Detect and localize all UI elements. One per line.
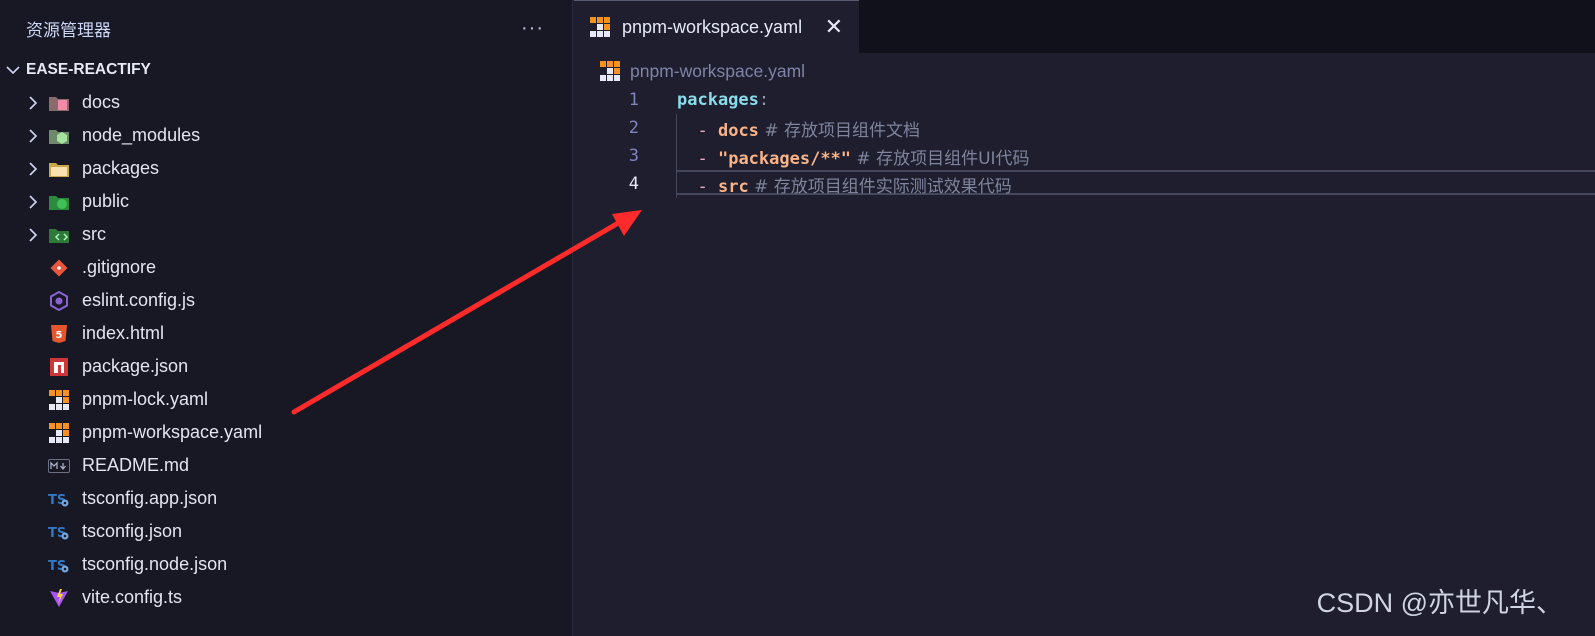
tsconfig-icon: TS xyxy=(48,554,70,576)
folder-src-icon xyxy=(48,224,70,246)
tree-file[interactable]: TS tsconfig.json xyxy=(0,515,573,548)
line-number: 2 xyxy=(628,118,639,138)
tree-item-label: pnpm-workspace.yaml xyxy=(82,422,263,442)
vite-icon xyxy=(48,587,70,609)
tree-file[interactable]: eslint.config.js xyxy=(0,284,573,317)
tree-item-label: public xyxy=(82,191,130,211)
line-number: 3 xyxy=(628,146,639,166)
yaml-dash: - xyxy=(697,120,718,141)
line-number: 1 xyxy=(628,90,639,110)
svg-text:5: 5 xyxy=(56,330,63,341)
folder-docs-icon xyxy=(48,92,70,114)
tab-pnpm-workspace[interactable]: pnpm-workspace.yaml ✕ xyxy=(574,0,859,53)
watermark: CSDN @亦世凡华、 xyxy=(1316,588,1563,618)
tree-item-label: package.json xyxy=(82,356,189,376)
line-number: 4 xyxy=(628,174,639,194)
code-line: 2 - docs # 存放项目组件文档 xyxy=(574,114,1595,142)
yaml-comment: # 存放项目组件文档 xyxy=(758,120,920,141)
tree-item-label: tsconfig.json xyxy=(82,521,183,541)
tree-file[interactable]: README.md xyxy=(0,449,573,482)
tree-item-label: pnpm-lock.yaml xyxy=(82,389,209,409)
tree-item-label: vite.config.ts xyxy=(82,587,183,607)
tree-file[interactable]: pnpm-lock.yaml xyxy=(0,383,573,416)
tree-file[interactable]: TS tsconfig.app.json xyxy=(0,482,573,515)
project-root[interactable]: EASE-REACTIFY xyxy=(0,56,573,84)
chevron-right-icon xyxy=(20,128,46,143)
tree-folder[interactable]: packages xyxy=(0,152,573,185)
yaml-value: src xyxy=(717,176,749,197)
tree-folder[interactable]: public xyxy=(0,185,573,218)
tree-item-label: index.html xyxy=(82,323,165,343)
explorer-header: 资源管理器 ··· xyxy=(26,15,552,41)
chevron-right-icon xyxy=(20,161,46,176)
code-line: 3 - "packages/**" # 存放项目组件UI代码 xyxy=(574,142,1595,170)
folder-public-icon xyxy=(48,191,70,213)
tree-file[interactable]: package.json xyxy=(0,350,573,383)
tree-folder[interactable]: src xyxy=(0,218,573,251)
html-icon: 5 xyxy=(48,323,70,345)
explorer-title: 资源管理器 xyxy=(26,20,111,40)
tsconfig-icon: TS xyxy=(48,521,70,543)
yaml-value: "packages/**" xyxy=(717,148,852,169)
explorer-sidebar: 资源管理器 ··· EASE-REACTIFY docs node_modules… xyxy=(0,0,573,636)
tree-file[interactable]: TS tsconfig.node.json xyxy=(0,548,573,581)
code-line: 1 packages: xyxy=(574,86,1595,114)
git-icon xyxy=(48,257,70,279)
tsconfig-icon: TS xyxy=(48,488,70,510)
tree-file[interactable]: 5 index.html xyxy=(0,317,573,350)
yaml-comment: # 存放项目组件实际测试效果代码 xyxy=(748,176,1012,197)
pnpm-icon xyxy=(590,17,610,37)
tree-item-label: .gitignore xyxy=(82,257,157,277)
yaml-key: packages xyxy=(677,90,759,110)
file-tree: docs node_modules packages public src .gitign… xyxy=(0,86,573,614)
project-name: EASE-REACTIFY xyxy=(26,61,151,78)
tree-item-label: README.md xyxy=(82,455,190,475)
pnpm-icon xyxy=(48,422,70,444)
tree-item-label: docs xyxy=(82,92,121,112)
folder-node-icon xyxy=(48,125,70,147)
tree-folder[interactable]: node_modules xyxy=(0,119,573,152)
tree-item-label: tsconfig.app.json xyxy=(82,488,218,508)
tree-file[interactable]: pnpm-workspace.yaml xyxy=(0,416,573,449)
chevron-right-icon xyxy=(20,95,46,110)
breadcrumb: pnpm-workspace.yaml xyxy=(574,57,1595,85)
tree-item-label: tsconfig.node.json xyxy=(82,554,228,574)
breadcrumb-file[interactable]: pnpm-workspace.yaml xyxy=(630,61,805,82)
tree-item-label: eslint.config.js xyxy=(82,290,196,310)
code-line: 4 - src # 存放项目组件实际测试效果代码 xyxy=(574,170,1595,198)
folder-packages-icon xyxy=(48,158,70,180)
chevron-right-icon xyxy=(20,227,46,242)
tree-item-label: node_modules xyxy=(82,125,201,145)
code-editor[interactable]: 1 packages: 2 - docs # 存放项目组件文档 3 - "pac… xyxy=(574,86,1595,636)
more-actions-button[interactable]: ··· xyxy=(521,17,552,40)
pnpm-icon xyxy=(600,61,620,81)
yaml-value: docs xyxy=(717,120,759,141)
yaml-comment: # 存放项目组件UI代码 xyxy=(851,148,1030,169)
yaml-dash: - xyxy=(697,148,718,169)
tree-item-label: src xyxy=(82,224,106,244)
npm-icon xyxy=(48,356,70,378)
tab-label: pnpm-workspace.yaml xyxy=(622,16,803,37)
tree-file[interactable]: .gitignore xyxy=(0,251,573,284)
tab-bar: pnpm-workspace.yaml ✕ xyxy=(574,0,1595,53)
markdown-icon xyxy=(48,455,70,477)
yaml-colon: : xyxy=(758,90,770,110)
eslint-icon xyxy=(48,290,70,312)
close-tab-button[interactable]: ✕ xyxy=(825,16,843,38)
chevron-right-icon xyxy=(20,194,46,209)
tree-folder[interactable]: docs xyxy=(0,86,573,119)
tree-file[interactable]: vite.config.ts xyxy=(0,581,573,614)
tree-item-label: packages xyxy=(82,158,160,178)
pnpm-icon xyxy=(48,389,70,411)
chevron-down-icon xyxy=(0,65,26,75)
yaml-dash: - xyxy=(697,176,718,197)
